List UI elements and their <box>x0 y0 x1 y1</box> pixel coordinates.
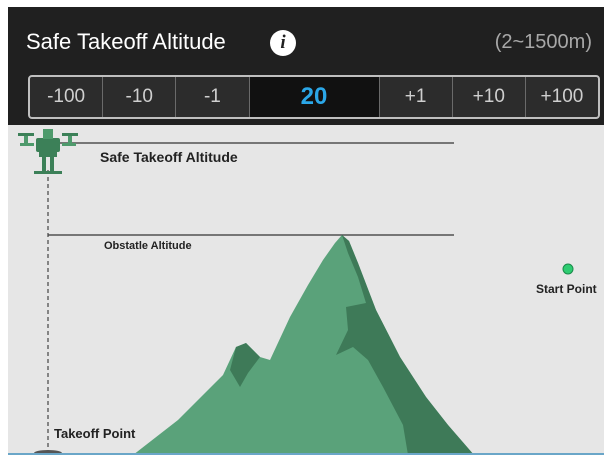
altitude-panel: Safe Takeoff Altitude i (2~1500m) -100 -… <box>8 7 604 125</box>
start-point-dot <box>562 263 574 275</box>
increment-1-button[interactable]: +1 <box>380 77 453 117</box>
decrement-10-button[interactable]: -10 <box>103 77 177 117</box>
altitude-diagram: Safe Takeoff Altitude Obstatle Altitude … <box>8 125 604 455</box>
altitude-range: (2~1500m) <box>494 31 592 53</box>
increment-100-button[interactable]: +100 <box>526 77 598 117</box>
altitude-value[interactable]: 20 <box>249 77 380 117</box>
takeoff-point-label: Takeoff Point <box>54 426 136 441</box>
diagram-graphic <box>8 129 604 455</box>
start-point-label: Start Point <box>536 282 597 296</box>
altitude-stepper: -100 -10 -1 20 +1 +10 +100 <box>28 75 600 119</box>
obstacle-altitude-label: Obstatle Altitude <box>104 240 192 252</box>
decrement-100-button[interactable]: -100 <box>30 77 104 117</box>
panel-title: Safe Takeoff Altitude <box>26 29 226 54</box>
safe-altitude-label: Safe Takeoff Altitude <box>100 149 238 165</box>
drone-icon <box>18 129 78 174</box>
info-icon[interactable]: i <box>270 30 296 56</box>
increment-10-button[interactable]: +10 <box>453 77 526 117</box>
decrement-1-button[interactable]: -1 <box>176 77 250 117</box>
